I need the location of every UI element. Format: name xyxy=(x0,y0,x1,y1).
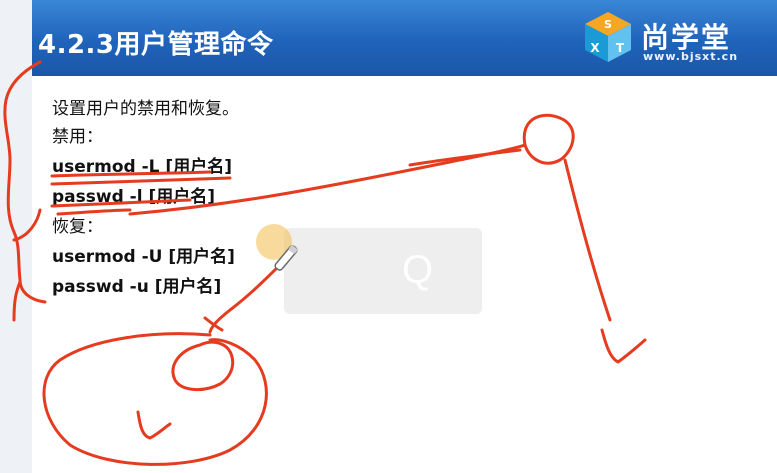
presentation-screen: 4.2.3用户管理命令 S X T 尚学堂 www.bjsxt.cn Q 设置用… xyxy=(0,0,777,473)
pen-annotations xyxy=(3,60,647,466)
pen-cursor-icon xyxy=(256,224,298,271)
